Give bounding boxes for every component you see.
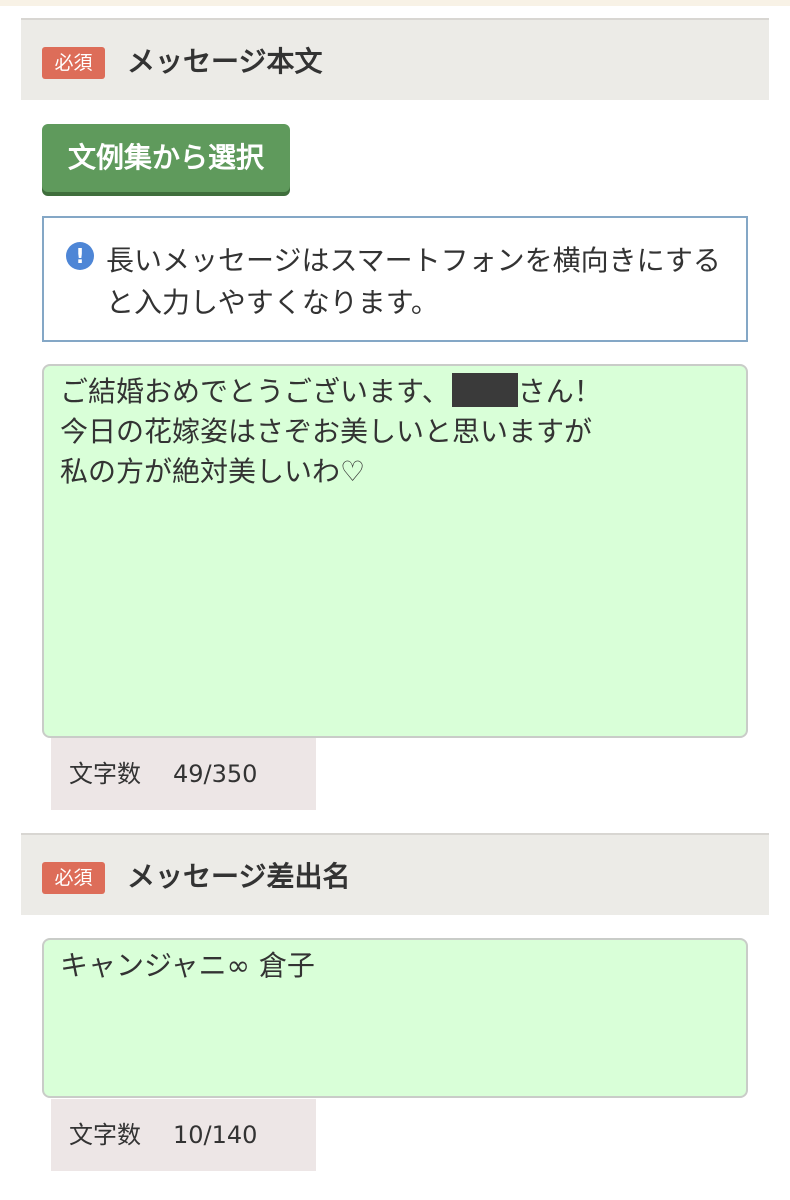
message-body-header: 必須 メッセージ本文 [21,18,769,100]
top-strip [0,0,790,6]
message-line3: 私の方が絶対美しいわ♡ [60,455,366,488]
section-title: メッセージ本文 [127,45,323,78]
message-line2: 今日の花嫁姿はさぞお美しいと思いますが [60,415,593,448]
notice-box: ! 長いメッセージはスマートフォンを横向きにすると入力しやすくなります。 [42,216,748,342]
message-char-counter: 文字数 49/350 [51,738,316,810]
notice-text: 長いメッセージはスマートフォンを横向きにすると入力しやすくなります。 [106,244,721,319]
section-title: メッセージ差出名 [127,860,351,893]
required-badge: 必須 [42,862,105,894]
redacted-name-block [451,373,518,407]
counter-label: 文字数 [69,760,141,788]
required-badge: 必須 [42,47,105,79]
sender-name-header: 必須 メッセージ差出名 [21,833,769,915]
message-line1-start: ご結婚おめでとうございます、 [60,375,450,408]
exclamation-info-icon: ! [66,242,94,270]
select-from-templates-button[interactable]: 文例集から選択 [42,124,290,192]
counter-value: 10/140 [173,1121,258,1149]
message-body-textarea[interactable]: ご結婚おめでとうございます、 さん！ 今日の花嫁姿はさぞお美しいと思いますが 私の… [42,364,748,738]
sender-char-counter: 文字数 10/140 [51,1099,316,1171]
sender-name-textarea[interactable]: キャンジャニ∞ 倉子 [42,938,748,1098]
counter-value: 49/350 [173,760,258,788]
message-line1-end: さん！ [517,375,602,408]
counter-label: 文字数 [69,1121,141,1149]
